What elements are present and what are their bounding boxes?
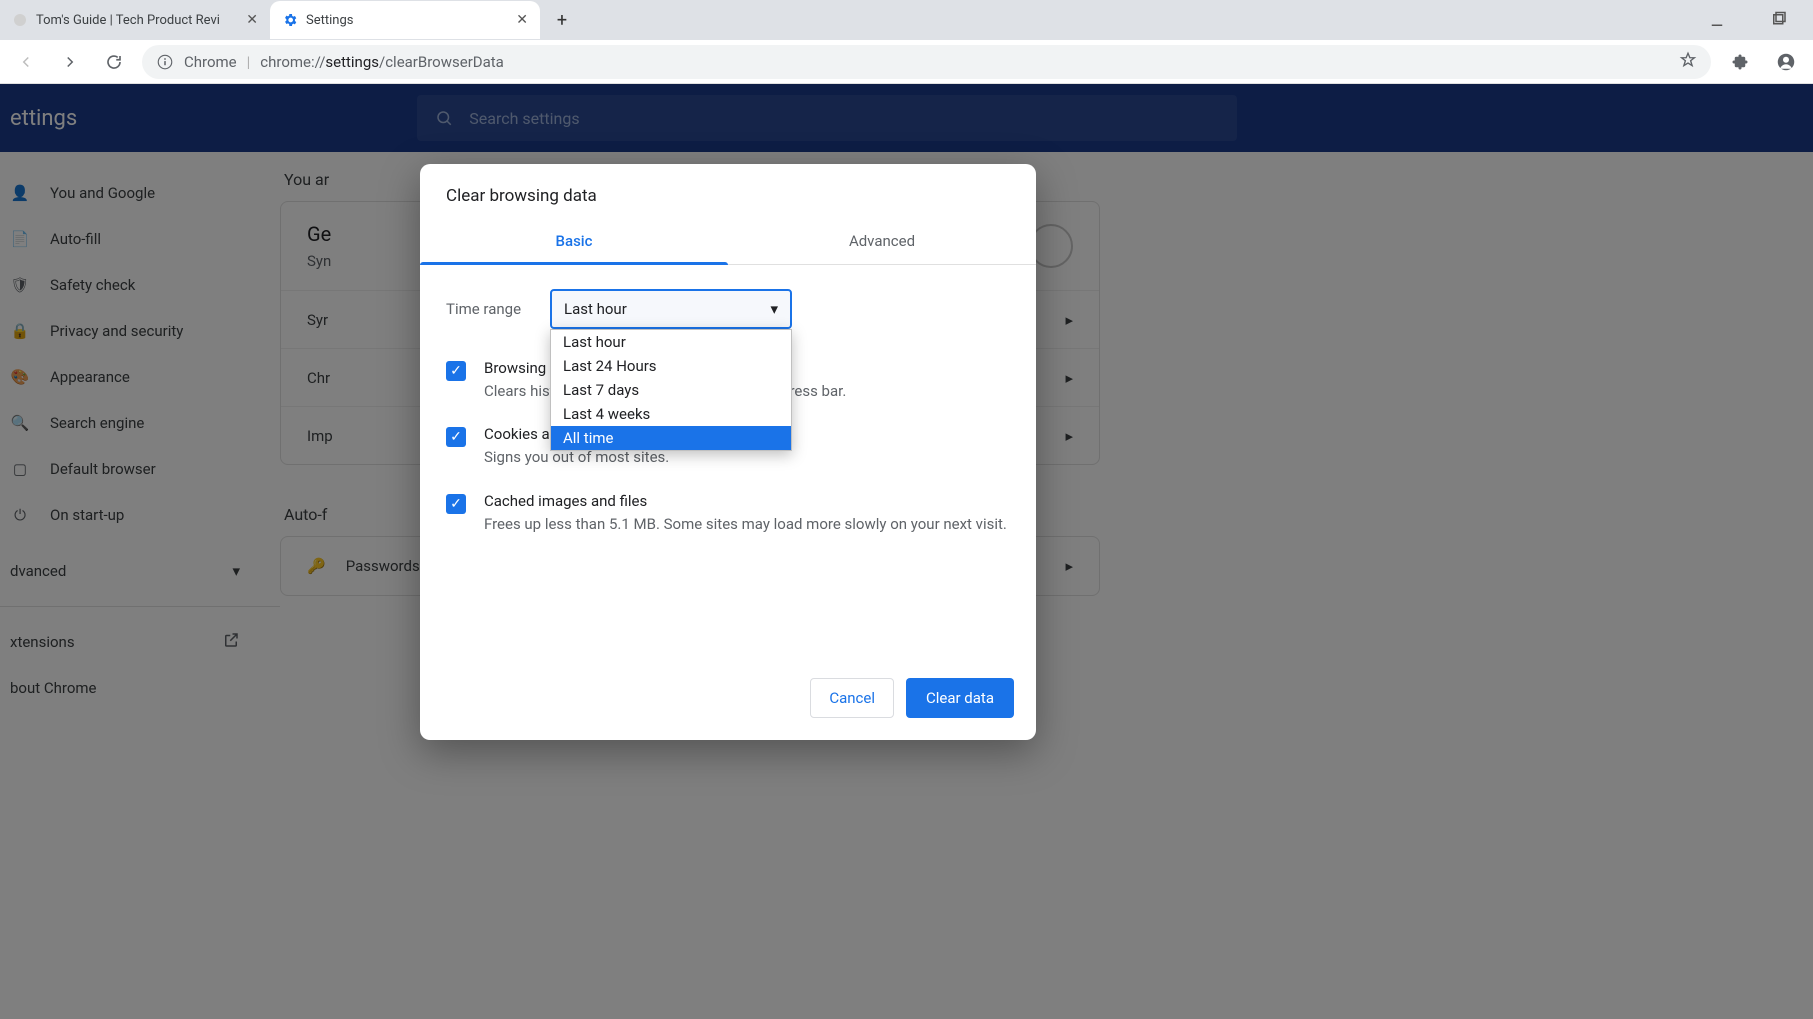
window-controls (1695, 5, 1813, 35)
maximize-icon[interactable] (1757, 5, 1801, 35)
tab-title: Settings (306, 13, 508, 28)
dropdown-option[interactable]: Last 7 days (551, 378, 791, 402)
tab-basic[interactable]: Basic (420, 220, 728, 264)
site-info-icon[interactable]: Chrome | (156, 53, 250, 71)
favicon-icon (12, 12, 28, 28)
close-icon[interactable]: ✕ (246, 12, 258, 28)
dropdown-option[interactable]: Last 4 weeks (551, 402, 791, 426)
new-tab-button[interactable]: + (548, 6, 576, 34)
extensions-icon[interactable] (1723, 45, 1757, 79)
reload-button[interactable] (98, 46, 130, 78)
toolbar: Chrome | chrome://settings/clearBrowserD… (0, 40, 1813, 84)
cancel-button[interactable]: Cancel (810, 678, 894, 718)
checkbox-cached[interactable]: ✓ (446, 494, 466, 514)
dropdown-option[interactable]: Last hour (551, 330, 791, 354)
dropdown-option[interactable]: Last 24 Hours (551, 354, 791, 378)
bookmark-star-icon[interactable] (1679, 51, 1697, 73)
time-range-select[interactable]: Last hour ▾ (550, 289, 792, 329)
dropdown-option-selected[interactable]: All time (551, 426, 791, 450)
settings-gear-icon (282, 12, 298, 28)
clear-browsing-data-dialog: Clear browsing data Basic Advanced Time … (420, 164, 1036, 740)
back-button[interactable] (10, 46, 42, 78)
tab-strip: Tom's Guide | Tech Product Revi ✕ Settin… (0, 0, 1813, 40)
chevron-down-icon: ▾ (770, 300, 778, 318)
minimize-icon[interactable] (1695, 5, 1739, 35)
checkbox-cookies[interactable]: ✓ (446, 427, 466, 447)
browser-tab[interactable]: Tom's Guide | Tech Product Revi ✕ (0, 1, 270, 39)
checkbox-browsing-history[interactable]: ✓ (446, 361, 466, 381)
omnibox[interactable]: Chrome | chrome://settings/clearBrowserD… (142, 45, 1711, 79)
time-range-dropdown: Last hour Last 24 Hours Last 7 days Last… (550, 329, 792, 451)
profile-avatar-icon[interactable] (1769, 45, 1803, 79)
dialog-title: Clear browsing data (420, 164, 1036, 220)
clear-data-button[interactable]: Clear data (906, 678, 1014, 718)
time-range-label: Time range (446, 300, 534, 318)
close-icon[interactable]: ✕ (516, 12, 528, 28)
tab-advanced[interactable]: Advanced (728, 220, 1036, 264)
tab-title: Tom's Guide | Tech Product Revi (36, 13, 238, 28)
time-range-value: Last hour (564, 300, 627, 318)
check-item-desc: Frees up less than 5.1 MB. Some sites ma… (484, 514, 1010, 534)
forward-button[interactable] (54, 46, 86, 78)
browser-tab-active[interactable]: Settings ✕ (270, 1, 540, 39)
check-item-title: Cached images and files (484, 492, 1010, 510)
dialog-tabs: Basic Advanced (420, 220, 1036, 265)
omnibox-url: chrome://settings/clearBrowserData (260, 53, 504, 71)
omnibox-product: Chrome (184, 53, 237, 71)
